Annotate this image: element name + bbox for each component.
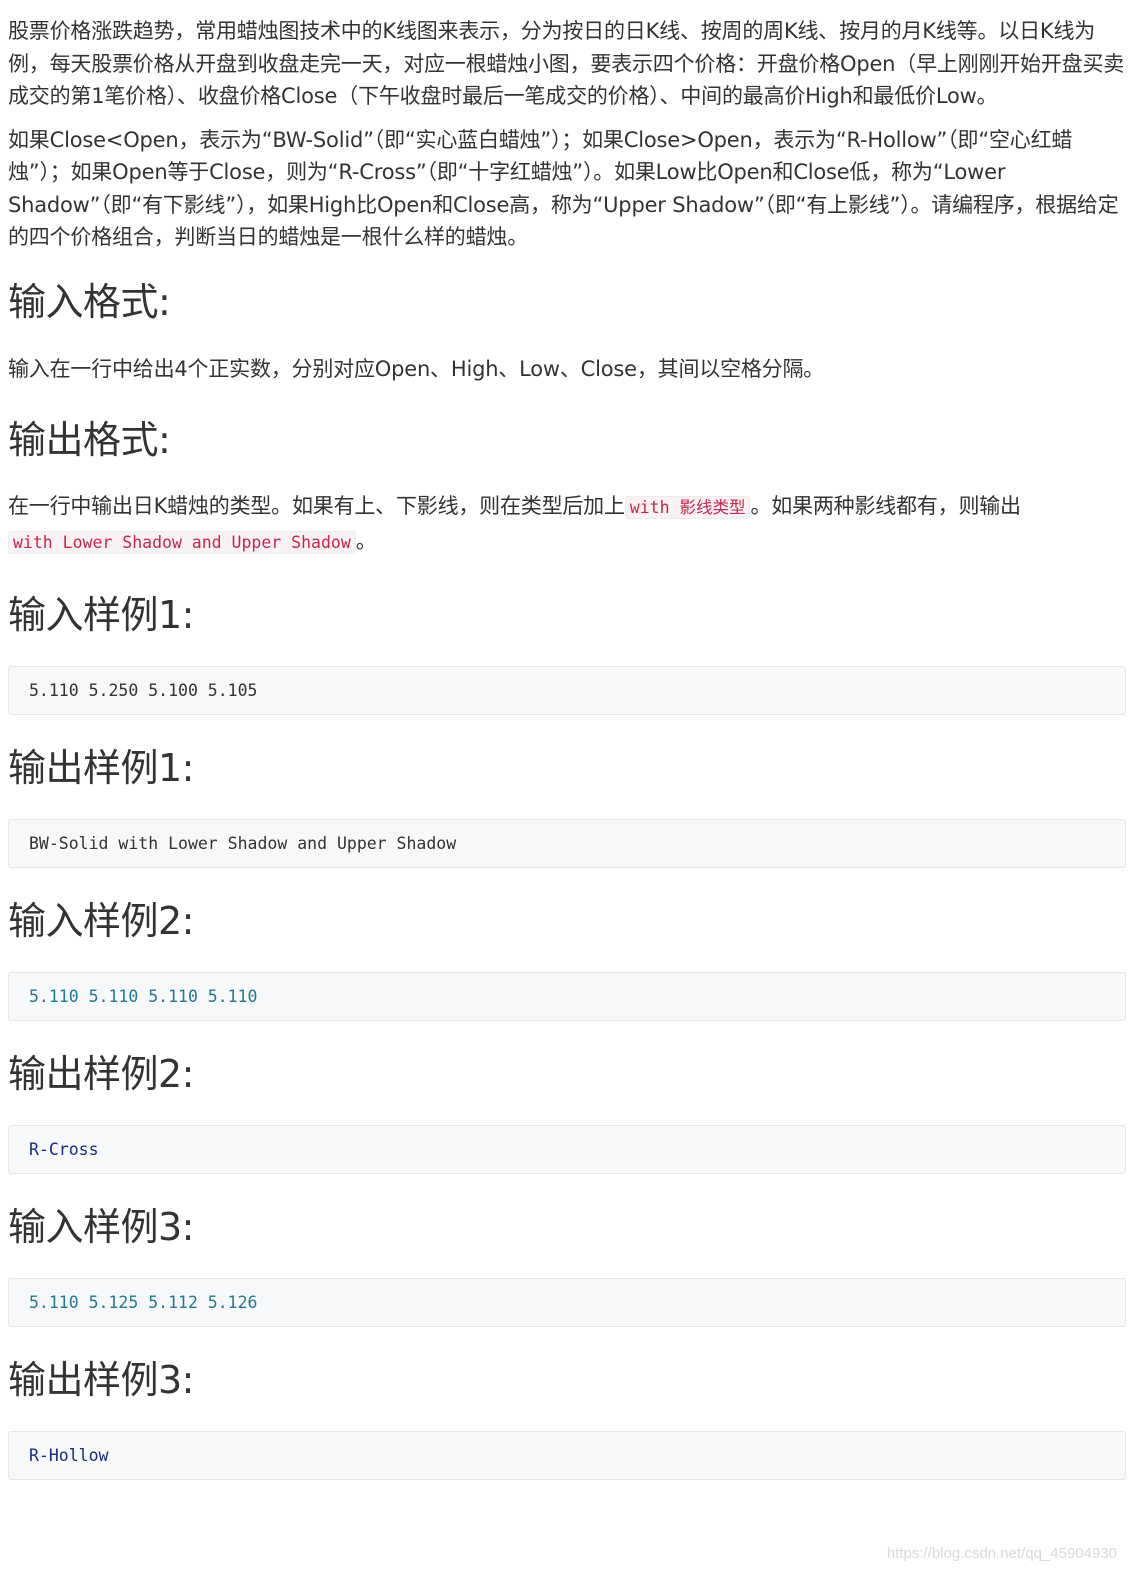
output-format-text: 在一行中输出日K蜡烛的类型。如果有上、下影线，则在类型后加上 with 影线类型。… xyxy=(8,490,1126,559)
problem-content: 股票价格涨跌趋势，常用蜡烛图技术中的K线图来表示，分为按日的日K线、按周的周K线… xyxy=(8,0,1126,1480)
sample-output-3-heading: 输出样例3: xyxy=(8,1358,194,1402)
inline-code-both-shadows: with Lower Shadow and Upper Shadow xyxy=(8,530,356,554)
output-format-text-before: 在一行中输出日K蜡烛的类型。如果有上、下影线，则在类型后加上 xyxy=(8,494,625,518)
sample-input-3-heading: 输入样例3: xyxy=(8,1205,194,1249)
sample-input-3-code[interactable]: 5.110 5.125 5.112 5.126 xyxy=(8,1278,1126,1327)
input-format-text: 输入在一行中给出4个正实数，分别对应Open、High、Low、Close，其间… xyxy=(8,356,825,381)
sample-input-2-code[interactable]: 5.110 5.110 5.110 5.110 xyxy=(8,972,1126,1021)
sample-output-1-heading: 输出样例1: xyxy=(8,746,194,790)
sample-output-2-code[interactable]: R-Cross xyxy=(8,1125,1126,1174)
sample-output-3-code[interactable]: R-Hollow xyxy=(8,1431,1126,1480)
inline-code-with-shadow-type: with 影线类型 xyxy=(624,496,751,519)
output-format-text-middle: 。如果两种影线都有，则输出 xyxy=(750,494,1021,518)
description-paragraph-2: 如果Close<Open，表示为“BW-Solid”（即“实心蓝白蜡烛”）；如果… xyxy=(8,127,1119,250)
sample-output-2-heading: 输出样例2: xyxy=(8,1052,194,1096)
description-paragraph-1: 股票价格涨跌趋势，常用蜡烛图技术中的K线图来表示，分为按日的日K线、按周的周K线… xyxy=(8,19,1125,108)
sample-input-1-heading: 输入样例1: xyxy=(8,593,194,637)
watermark: https://blog.csdn.net/qq_45904930 xyxy=(886,1545,1117,1562)
sample-input-2-heading: 输入样例2: xyxy=(8,899,194,943)
input-format-heading: 输入格式: xyxy=(8,279,171,324)
sample-output-1-code[interactable]: BW-Solid with Lower Shadow and Upper Sha… xyxy=(8,819,1126,868)
output-format-text-after: 。 xyxy=(355,528,377,553)
output-format-heading: 输出格式: xyxy=(8,418,171,462)
sample-input-1-code[interactable]: 5.110 5.250 5.100 5.105 xyxy=(8,666,1126,715)
